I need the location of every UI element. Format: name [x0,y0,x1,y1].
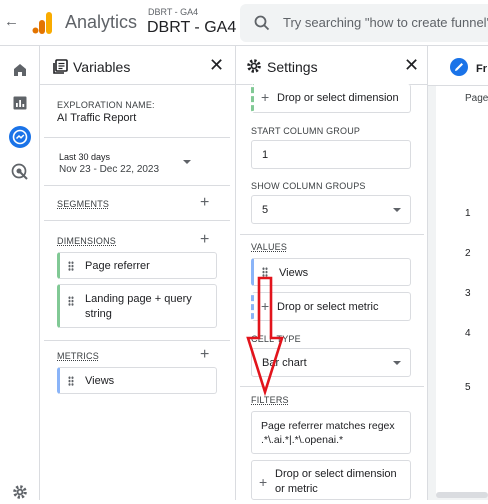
row-number: 5 [465,382,471,393]
chevron-down-icon [393,361,401,365]
add-metric-icon[interactable]: + [200,347,209,363]
metric-label: Views [85,375,115,387]
date-range-value: Nov 23 - Dec 22, 2023 [59,164,160,175]
dimensions-label: DIMENSIONS [57,236,117,246]
segments-label: SEGMENTS [57,199,110,209]
account-name[interactable]: DBRT - GA4 [148,7,198,17]
edit-pencil-icon[interactable] [450,58,468,76]
start-column-group-label: START COLUMN GROUP [251,126,361,136]
date-dropdown-caret-icon [183,160,191,164]
row-number: 1 [465,208,471,219]
search-icon [254,15,270,31]
row-number: 3 [465,288,471,299]
horizontal-scrollbar[interactable] [436,492,488,498]
table-header: Page [465,93,488,104]
exploration-name-label: EXPLORATION NAME: [57,100,155,110]
date-range-label: Last 30 days [59,152,111,162]
drop-filter-target[interactable]: + Drop or select dimension or metric [251,460,411,500]
dimension-chip[interactable]: Page referrer [57,252,217,279]
close-variables-icon[interactable]: ✕ [209,56,224,74]
values-label: VALUES [251,242,288,252]
back-arrow-icon[interactable]: ← [4,14,20,30]
variables-panel: Variables ✕ EXPLORATION NAME: AI Traffic… [40,46,236,500]
dimension-chip[interactable]: Landing page + query string [57,284,217,328]
explore-icon[interactable] [8,125,32,149]
show-column-groups-select[interactable]: 5 [251,195,411,224]
search-input[interactable]: Try searching "how to create funnel" [283,15,488,30]
plus-icon: + [259,474,268,490]
settings-panel: Settings ✕ + Drop or select dimension ST… [236,46,428,500]
advertising-icon[interactable] [8,160,32,184]
analytics-logo-icon [32,12,52,34]
top-bar: ← Analytics DBRT - GA4 DBRT - GA4 Try se… [0,0,488,46]
filter-text: Page referrer matches regex .*\.ai.*|.*\… [261,420,395,446]
dimension-label: Page referrer [85,260,150,272]
close-settings-icon[interactable]: ✕ [404,56,419,74]
home-icon[interactable] [8,58,32,82]
metrics-label: METRICS [57,351,99,361]
drag-handle-icon[interactable] [68,260,74,271]
metric-chip[interactable]: Views [57,367,217,394]
plus-icon: + [261,89,270,105]
exploration-canvas: Fr Page 1 2 3 4 5 [428,46,488,500]
row-number: 2 [465,248,471,259]
drag-handle-icon[interactable] [68,375,74,386]
start-column-group-input[interactable]: 1 [251,140,411,169]
tab-freeform[interactable]: Fr [476,63,487,75]
table-area [436,86,488,496]
variables-title: Variables [73,59,131,75]
settings-gear-icon [247,59,261,73]
left-nav-rail [0,46,40,500]
row-number: 4 [465,328,471,339]
filters-label: FILTERS [251,395,289,405]
property-selector[interactable]: DBRT - GA4 [147,19,236,37]
settings-title: Settings [267,59,318,75]
drop-metric-label: Drop or select metric [277,301,379,313]
show-column-groups-value: 5 [262,204,269,216]
reports-icon[interactable] [8,91,32,115]
drop-dimension-label: Drop or select dimension [277,92,399,104]
show-column-groups-label: SHOW COLUMN GROUPS [251,181,366,191]
dimension-label: Landing page + query string [85,293,192,320]
exploration-name[interactable]: AI Traffic Report [57,112,136,124]
admin-gear-icon[interactable] [8,480,32,504]
start-column-group-value: 1 [262,149,269,161]
variables-icon [53,59,68,74]
add-dimension-icon[interactable]: + [200,232,209,248]
app-name: Analytics [65,12,138,32]
drop-filter-label: Drop or select dimension or metric [275,468,397,495]
search-bar[interactable]: Try searching "how to create funnel" [240,4,488,42]
add-segment-icon[interactable]: + [200,195,209,211]
drop-dimension-target[interactable]: + Drop or select dimension [251,84,411,113]
date-range-picker[interactable]: Last 30 days Nov 23 - Dec 22, 2023 [50,146,226,181]
filter-chip[interactable]: Page referrer matches regex .*\.ai.*|.*\… [251,411,411,454]
drag-handle-icon[interactable] [68,296,74,306]
annotation-arrow-icon [246,276,284,396]
chevron-down-icon [393,208,401,212]
